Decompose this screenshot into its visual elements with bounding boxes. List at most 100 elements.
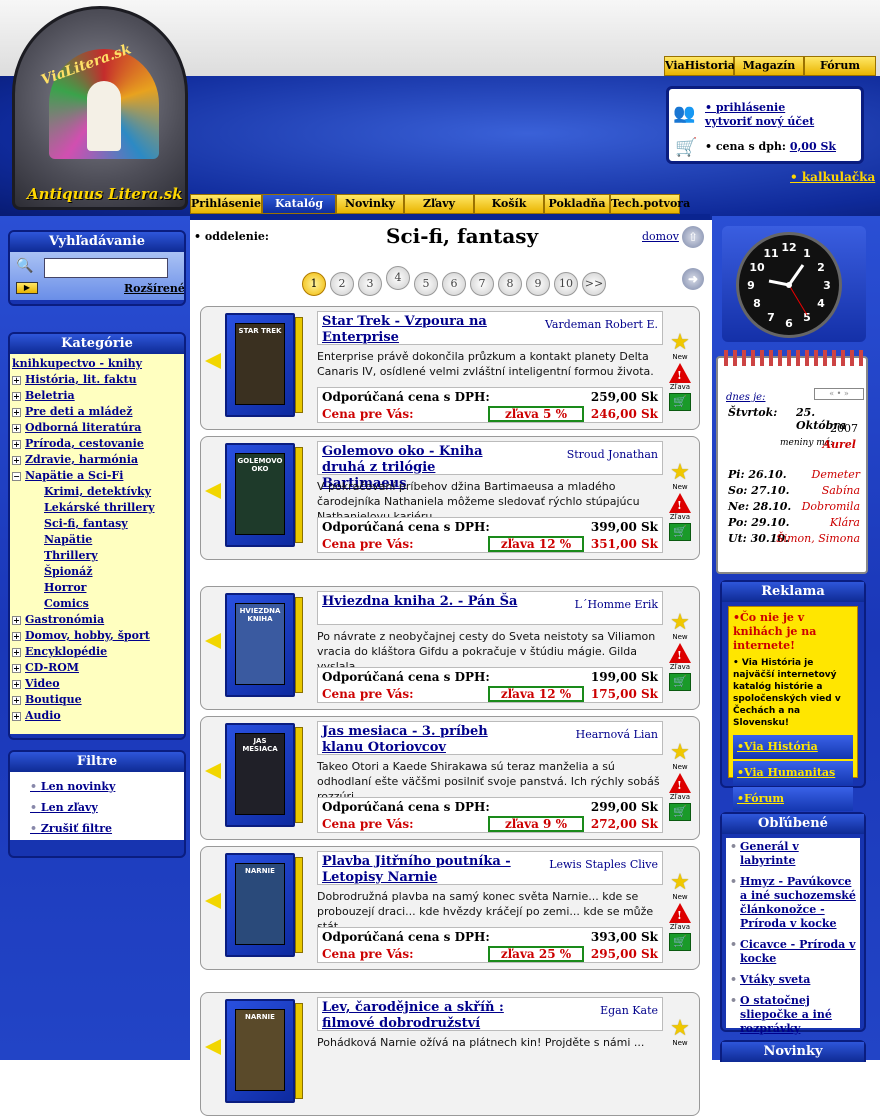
page-button[interactable]: 10	[554, 272, 578, 296]
login-link[interactable]: • prihlásenie	[705, 101, 785, 114]
expand-icon[interactable]: +	[12, 663, 21, 673]
favorite-item[interactable]: Cicavce - Príroda v kocke	[730, 938, 856, 966]
expand-icon[interactable]: +	[12, 391, 21, 401]
product-title[interactable]: Star Trek - Vzpoura na Enterprise	[322, 314, 522, 346]
page-button[interactable]: 8	[498, 272, 522, 296]
search-input[interactable]	[44, 258, 168, 278]
book-folder-icon[interactable]: NARNIE	[205, 853, 305, 963]
product-author[interactable]: Egan Kate	[600, 1004, 658, 1017]
nav-tab-news[interactable]: Novinky	[336, 194, 404, 214]
add-to-cart-icon[interactable]: 🛒	[669, 673, 691, 691]
filter-discount-only[interactable]: Len zľavy	[10, 797, 184, 818]
page-button-next[interactable]: >>	[582, 272, 606, 296]
nav-tab-tech[interactable]: Tech.potvora	[610, 194, 690, 214]
category-item[interactable]: + Príroda, cestovanie	[12, 436, 182, 452]
category-item[interactable]: + Boutique	[12, 692, 182, 708]
product-title[interactable]: Hviezdna kniha 2. - Pán Ša	[322, 594, 522, 610]
product-author[interactable]: Lewis Staples Clive	[549, 858, 658, 871]
expand-icon[interactable]: +	[12, 423, 21, 433]
category-item[interactable]: − Napätie a Sci-Fi	[12, 468, 182, 484]
filter-reset[interactable]: Zrušiť filtre	[10, 818, 184, 839]
category-item[interactable]: + Pre deti a mládež	[12, 404, 182, 420]
add-to-cart-icon[interactable]: 🛒	[669, 803, 691, 821]
subcategory-item[interactable]: Comics	[12, 596, 182, 612]
book-folder-icon[interactable]: HVIEZDNA KNIHA	[205, 593, 305, 703]
product-title[interactable]: Lev, čarodějnice a skříň : filmové dobro…	[322, 1000, 522, 1032]
book-folder-icon[interactable]: GOLEMOVO OKO	[205, 443, 305, 553]
expand-icon[interactable]: +	[12, 439, 21, 449]
favorite-item[interactable]: O statočnej sliepočke a iné rozprávky	[730, 994, 856, 1036]
expand-icon[interactable]: +	[12, 375, 21, 385]
subcategory-item[interactable]: Krimi, detektívky	[12, 484, 182, 500]
filter-new-only[interactable]: Len novinky	[10, 776, 184, 797]
page-button[interactable]: 5	[414, 272, 438, 296]
expand-icon[interactable]: +	[12, 695, 21, 705]
cart-total-value[interactable]: 0,00 Sk	[790, 140, 836, 153]
subcategory-item[interactable]: Lekárské thrillery	[12, 500, 182, 516]
category-root[interactable]: knihkupectvo - knihy	[12, 356, 182, 372]
ad-link-viahumanitas[interactable]: •Via Humanitas	[733, 761, 853, 785]
expand-icon[interactable]: +	[12, 679, 21, 689]
page-button[interactable]: 4	[386, 266, 410, 290]
add-to-cart-icon[interactable]: 🛒	[669, 393, 691, 411]
category-item[interactable]: + CD-ROM	[12, 660, 182, 676]
page-button[interactable]: 2	[330, 272, 354, 296]
category-item[interactable]: + História, lit. faktu	[12, 372, 182, 388]
tab-forum[interactable]: Fórum	[804, 56, 876, 76]
next-arrow-icon[interactable]: ➜	[682, 268, 704, 290]
advanced-search-link[interactable]: Rozšírené	[124, 282, 184, 295]
add-to-cart-icon[interactable]: 🛒	[669, 523, 691, 541]
calendar-nav[interactable]: « • »	[814, 388, 864, 400]
category-item[interactable]: + Zdravie, harmónia	[12, 452, 182, 468]
nav-tab-discounts[interactable]: Zľavy	[404, 194, 474, 214]
expand-icon[interactable]: +	[12, 615, 21, 625]
book-cover[interactable]	[235, 323, 285, 405]
home-link[interactable]: domov	[642, 230, 679, 243]
home-icon[interactable]: ⇧	[682, 226, 704, 248]
category-item[interactable]: + Gastronómia	[12, 612, 182, 628]
category-item[interactable]: + Encyklopédie	[12, 644, 182, 660]
expand-icon[interactable]: +	[12, 711, 21, 721]
book-folder-icon[interactable]: STAR TREK	[205, 313, 305, 423]
nav-tab-checkout[interactable]: Pokladňa	[544, 194, 610, 214]
page-button[interactable]: 9	[526, 272, 550, 296]
book-cover[interactable]	[235, 863, 285, 945]
search-go-button[interactable]: ▶	[16, 282, 38, 294]
calculator-link[interactable]: • kalkulačka	[790, 170, 875, 184]
tab-magazin[interactable]: Magazín	[734, 56, 804, 76]
book-folder-icon[interactable]: JAS MESIACA	[205, 723, 305, 833]
subcategory-item[interactable]: Sci-fi, fantasy	[12, 516, 182, 532]
subcategory-item[interactable]: Horror	[12, 580, 182, 596]
tab-viahistoria[interactable]: ViaHistoria	[664, 56, 735, 76]
nav-tab-catalog[interactable]: Katalóg	[262, 194, 336, 214]
book-folder-icon[interactable]: NARNIE	[205, 999, 305, 1109]
expand-icon[interactable]: +	[12, 455, 21, 465]
expand-icon[interactable]: +	[12, 647, 21, 657]
site-logo[interactable]: ViaLitera.sk Antiquus Litera.sk	[12, 6, 188, 210]
favorite-item[interactable]: Vtáky sveta	[730, 973, 856, 987]
product-author[interactable]: Vardeman Robert E.	[545, 318, 658, 331]
expand-icon[interactable]: +	[12, 631, 21, 641]
subcategory-item[interactable]: Špionáž	[12, 564, 182, 580]
collapse-icon[interactable]: −	[12, 471, 21, 481]
nav-tab-login[interactable]: Prihlásenie	[190, 194, 262, 214]
product-title[interactable]: Plavba Jitřního poutníka - Letopisy Narn…	[322, 854, 522, 886]
page-button[interactable]: 1	[302, 272, 326, 296]
page-button[interactable]: 7	[470, 272, 494, 296]
category-item[interactable]: + Domov, hobby, šport	[12, 628, 182, 644]
ad-link-forum[interactable]: •Fórum	[733, 787, 853, 811]
product-author[interactable]: L´Homme Erik	[575, 598, 658, 611]
favorite-item[interactable]: Generál v labyrinte	[730, 840, 856, 868]
category-item[interactable]: + Video	[12, 676, 182, 692]
category-item[interactable]: + Odborná literatúra	[12, 420, 182, 436]
add-to-cart-icon[interactable]: 🛒	[669, 933, 691, 951]
category-item[interactable]: + Beletria	[12, 388, 182, 404]
favorite-item[interactable]: Hmyz - Pavúkovce a iné suchozemské článk…	[730, 875, 856, 931]
create-account-link[interactable]: vytvoriť nový účet	[705, 115, 814, 128]
product-author[interactable]: Stroud Jonathan	[567, 448, 658, 461]
category-item[interactable]: + Audio	[12, 708, 182, 724]
product-title[interactable]: Jas mesiaca - 3. príbeh klanu Otoriovcov	[322, 724, 522, 756]
expand-icon[interactable]: +	[12, 407, 21, 417]
nav-tab-cart[interactable]: Košík	[474, 194, 544, 214]
book-cover[interactable]	[235, 1009, 285, 1091]
